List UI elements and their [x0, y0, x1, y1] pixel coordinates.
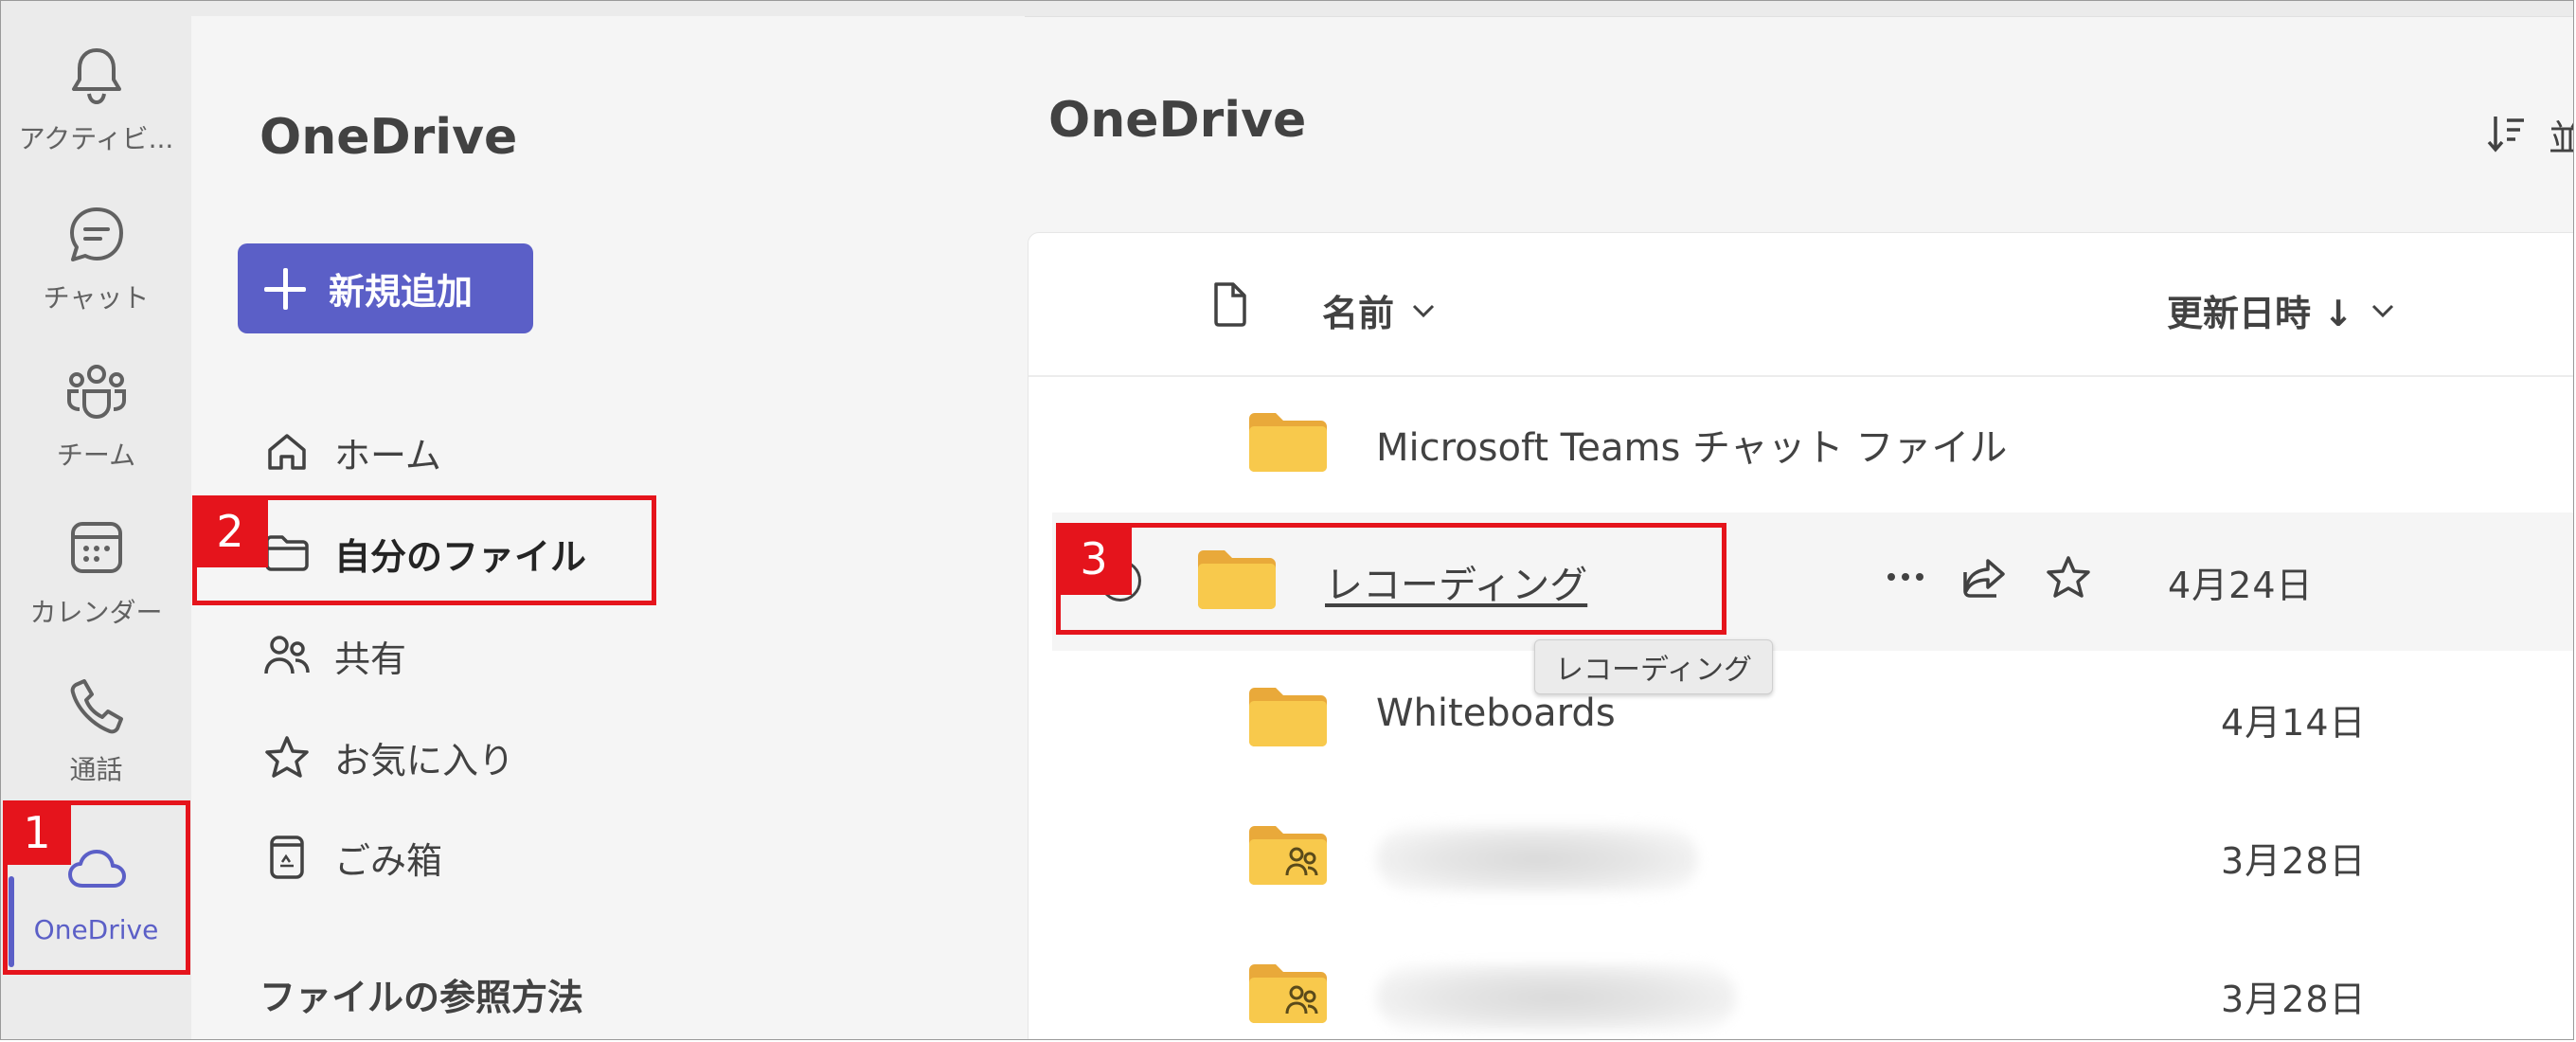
- star-icon: [262, 732, 312, 782]
- file-date: 3月28日: [2221, 979, 2367, 1020]
- browse-section-title: ファイルの参照方法: [259, 977, 584, 1018]
- nav-label: ごみ箱: [334, 839, 443, 882]
- rail-label: チーム: [56, 440, 136, 471]
- table-row[interactable]: Whiteboards 4月14日: [1028, 650, 2573, 788]
- file-date: 4月24日: [2168, 565, 2314, 606]
- folder-icon: [1249, 688, 1327, 746]
- callout-badge-3: 3: [1056, 523, 1132, 595]
- nav-label: 共有: [334, 638, 407, 680]
- teams-icon: [1, 361, 191, 423]
- file-icon: [1210, 280, 1250, 328]
- nav-item-shared[interactable]: 共有: [262, 618, 406, 693]
- calendar-icon: [1, 518, 191, 581]
- rail-item-calendar[interactable]: カレンダー: [1, 497, 191, 649]
- redacted-name: [1376, 964, 1736, 1031]
- more-options-icon[interactable]: [1886, 571, 1925, 583]
- main-title: OneDrive: [1048, 92, 1307, 149]
- name-tooltip: レコーディング: [1534, 639, 1773, 694]
- add-new-label: 新規追加: [329, 271, 474, 313]
- chat-icon: [1, 204, 191, 266]
- shared-folder-icon: [1249, 964, 1327, 1023]
- column-modified[interactable]: 更新日時 ↓: [2167, 284, 2395, 336]
- row-actions: [1886, 554, 2092, 600]
- plus-icon: [264, 267, 306, 310]
- app-window: アクティビ... チャット チーム カレンダー 通話 OneDrive OneD…: [0, 0, 2574, 1040]
- pane-title: OneDrive: [259, 109, 518, 166]
- folder-icon: [1249, 413, 1327, 472]
- rail-label: カレンダー: [29, 597, 163, 628]
- sort-icon[interactable]: [2486, 113, 2528, 158]
- share-icon[interactable]: [1961, 555, 2009, 599]
- file-date: 3月28日: [2221, 840, 2367, 882]
- column-name[interactable]: 名前: [1322, 284, 1436, 336]
- rail-item-calls[interactable]: 通話: [1, 655, 191, 806]
- rail-label: アクティビ...: [18, 123, 174, 154]
- chevron-down-icon: [2372, 304, 2394, 317]
- file-name[interactable]: Whiteboards: [1376, 692, 1616, 735]
- callout-badge-1: 1: [3, 800, 71, 865]
- rail-label: チャット: [43, 282, 150, 314]
- nav-item-home[interactable]: ホーム: [262, 414, 441, 490]
- home-icon: [262, 427, 312, 476]
- nav-label: お気に入り: [334, 739, 515, 782]
- callout-box-3: [1056, 523, 1726, 635]
- file-list-header: 名前 更新日時 ↓: [1029, 233, 2573, 377]
- rail-label: 通話: [69, 754, 123, 785]
- nav-item-favorites[interactable]: お気に入り: [262, 719, 514, 795]
- column-name-label: 名前: [1322, 293, 1395, 334]
- table-row[interactable]: Microsoft Teams チャット ファイル: [1028, 375, 2573, 513]
- file-name[interactable]: Microsoft Teams チャット ファイル: [1376, 417, 2007, 472]
- nav-item-recycle-bin[interactable]: ごみ箱: [262, 819, 442, 895]
- nav-label: ホーム: [334, 434, 441, 476]
- redacted-name: [1376, 826, 1698, 892]
- bell-icon: [1, 45, 191, 107]
- callout-badge-2: 2: [192, 495, 268, 567]
- shared-folder-icon: [1249, 826, 1327, 885]
- title-strip: [1, 1, 2573, 17]
- recycle-bin-icon: [262, 833, 312, 882]
- rail-item-teams[interactable]: チーム: [1, 340, 191, 492]
- table-row[interactable]: 3月28日: [1028, 926, 2573, 1039]
- sort-label[interactable]: 並: [2549, 109, 2573, 161]
- rail-item-chat[interactable]: チャット: [1, 183, 191, 334]
- rail-item-activity[interactable]: アクティビ...: [1, 24, 191, 175]
- phone-icon: [1, 675, 191, 738]
- file-date: 4月14日: [2221, 702, 2367, 744]
- add-new-button[interactable]: 新規追加: [238, 243, 533, 333]
- people-icon: [262, 631, 312, 680]
- chevron-down-icon: [1412, 304, 1435, 317]
- column-modified-label: 更新日時 ↓: [2167, 293, 2354, 334]
- table-row[interactable]: 3月28日: [1028, 788, 2573, 926]
- star-icon[interactable]: [2045, 554, 2092, 600]
